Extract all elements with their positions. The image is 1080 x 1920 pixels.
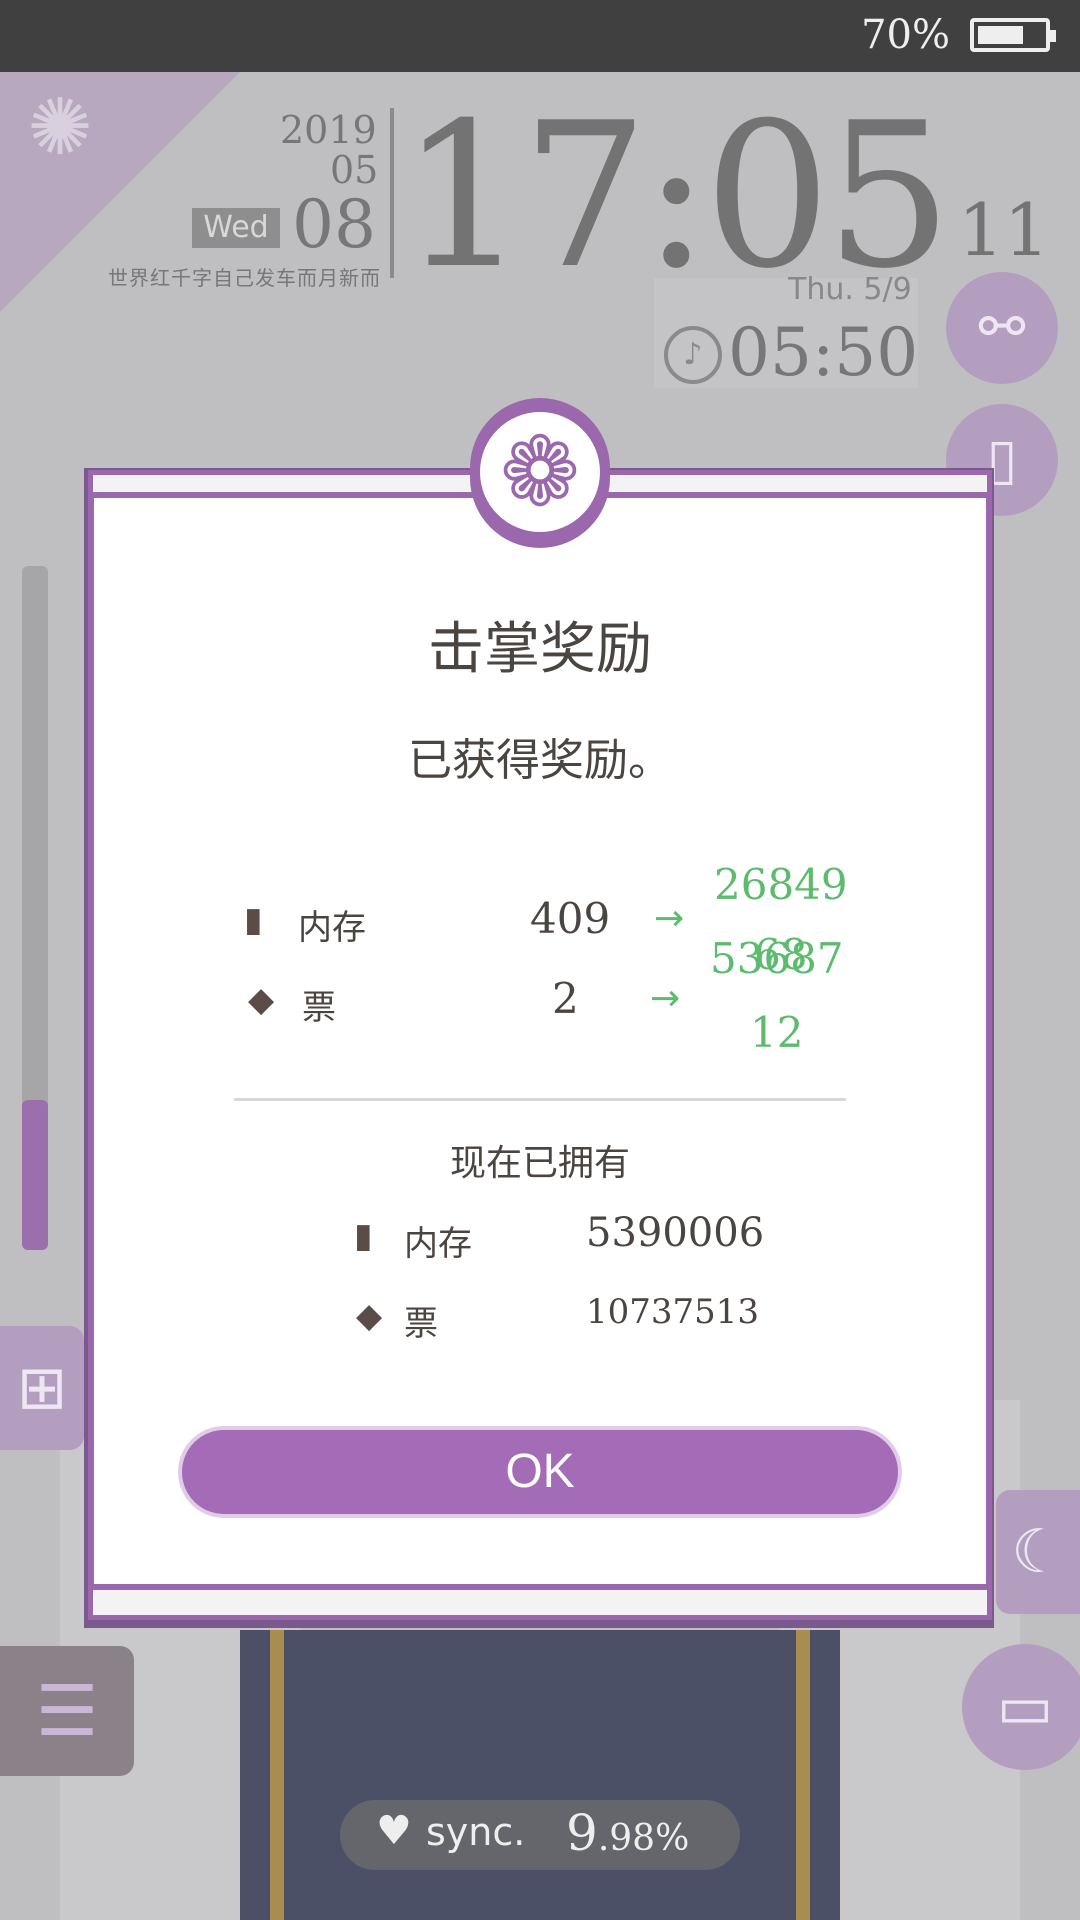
date-year: 2019 xyxy=(280,108,377,152)
ticket-icon: ◆ xyxy=(356,1296,383,1336)
date-day: 08 xyxy=(292,186,376,263)
date-divider xyxy=(390,108,394,278)
owned-label-memory: 内存 xyxy=(404,1224,472,1264)
reward-to-ticket: 12 xyxy=(750,1008,804,1057)
reward-from-ticket: 2 xyxy=(552,974,579,1023)
share-button[interactable]: ⚯ xyxy=(946,272,1058,384)
reward-from-memory: 409 xyxy=(530,894,611,943)
owned-label-ticket: 票 xyxy=(404,1304,438,1344)
book-open-icon: ▭ xyxy=(996,1672,1054,1742)
next-alarm-date: Thu. 5/9 xyxy=(788,272,912,307)
status-bar: 70% xyxy=(0,0,1080,72)
share-icon: ⚯ xyxy=(978,295,1026,360)
owned-title: 现在已拥有 xyxy=(449,1143,630,1184)
dialog-subtitle: 已获得奖励。 xyxy=(408,735,672,786)
reward-label-ticket: 票 xyxy=(302,988,336,1028)
heart-icon: ♥ xyxy=(376,1808,412,1854)
alarm-bell-icon: ♪ xyxy=(664,326,722,384)
date-subtitle: 世界红千字自己发车而月新而 xyxy=(108,266,381,290)
ok-button[interactable]: OK xyxy=(178,1426,902,1518)
date-weekday: Wed xyxy=(192,208,280,248)
sync-bar: ♥ sync. 9.98% xyxy=(340,1800,740,1870)
menu-button[interactable]: ☰ xyxy=(0,1646,134,1776)
moon-icon: ☾ xyxy=(1011,1517,1065,1587)
battery-icon xyxy=(970,18,1056,52)
reward-to-memory: 26849 xyxy=(714,860,848,909)
memory-icon: ▮ xyxy=(354,1216,373,1256)
reward-arrow-ticket: → xyxy=(650,978,681,1019)
sync-label: sync. xyxy=(426,1810,526,1854)
battery-fill xyxy=(978,26,1023,44)
sync-value: 9.98% xyxy=(566,1804,689,1862)
side-gauge-fill xyxy=(22,1100,48,1250)
battery-text: 70% xyxy=(861,12,950,58)
gift-icon: ⊞ xyxy=(16,1353,68,1423)
dialog-emblem: ❁ xyxy=(470,398,610,564)
robe-trim-left xyxy=(270,1630,284,1920)
owned-value-ticket: 10737513 xyxy=(586,1292,760,1332)
clock-seconds: 11 xyxy=(958,188,1050,272)
sun-icon: ✺ xyxy=(27,83,93,173)
book-open-button[interactable]: ▭ xyxy=(962,1644,1080,1770)
sync-value-dec: .98% xyxy=(597,1818,690,1859)
moon-button[interactable]: ☾ xyxy=(996,1490,1080,1614)
alarm-time: 05:50 xyxy=(728,314,919,391)
dialog-divider xyxy=(234,1098,846,1101)
dialog-title: 击掌奖励 xyxy=(428,617,652,682)
ticket-icon: ◆ xyxy=(248,980,275,1020)
memory-icon: ▮ xyxy=(244,900,263,940)
gift-button[interactable]: ⊞ xyxy=(0,1326,84,1450)
reward-arrow-memory: → xyxy=(654,898,685,939)
owned-value-memory: 5390006 xyxy=(586,1210,765,1256)
menu-icon: ☰ xyxy=(35,1670,99,1752)
reward-label-memory: 内存 xyxy=(298,908,366,948)
character-robe xyxy=(240,1630,840,1920)
flower-emblem-icon: ❁ xyxy=(499,416,581,528)
robe-trim-right xyxy=(796,1630,810,1920)
reward-to-memory-alt2: 68 xyxy=(754,930,808,979)
sync-value-int: 9 xyxy=(566,1804,598,1862)
